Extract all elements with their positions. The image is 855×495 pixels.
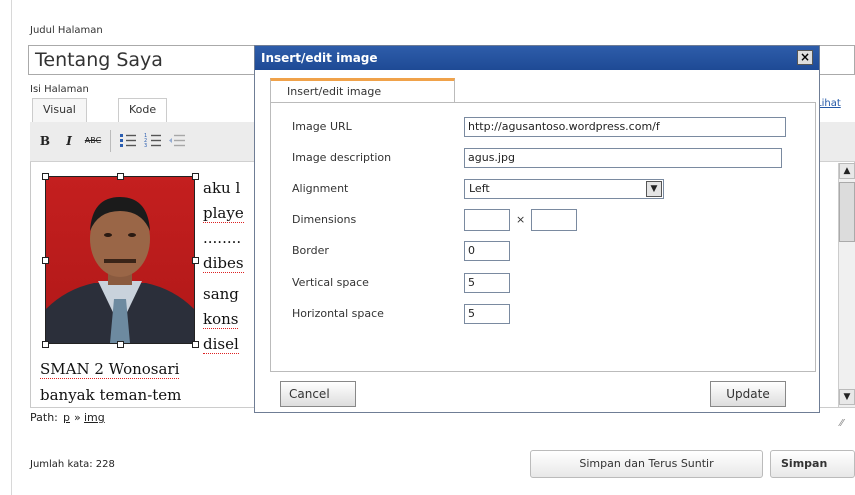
editor-line: ........ <box>203 229 242 247</box>
editor-line: sang <box>203 285 239 303</box>
bold-icon[interactable]: B <box>38 132 52 150</box>
resize-handle-b[interactable] <box>117 341 124 348</box>
resize-grip-icon[interactable]: ⁄⁄ <box>840 418 843 429</box>
align-label: Alignment <box>292 182 349 195</box>
resize-handle-br[interactable] <box>192 341 199 348</box>
border-label: Border <box>292 244 329 257</box>
editor-line: dibes <box>203 254 244 273</box>
strikethrough-icon[interactable]: ABC <box>83 132 103 150</box>
bullet-list-icon[interactable] <box>119 131 137 149</box>
image-url-input[interactable]: http://agusantoso.wordpress.com/f <box>464 117 786 137</box>
numbered-list-icon[interactable]: 123 <box>144 131 162 149</box>
svg-text:3: 3 <box>144 143 147 149</box>
path-img-link[interactable]: img <box>84 411 105 424</box>
outdent-icon[interactable] <box>168 131 186 149</box>
width-input[interactable] <box>464 209 510 231</box>
resize-handle-l[interactable] <box>42 257 49 264</box>
close-icon[interactable]: × <box>797 50 813 65</box>
resize-handle-tl[interactable] <box>42 173 49 180</box>
path-label: Path: <box>30 411 58 424</box>
dialog-tab[interactable]: Insert/edit image <box>270 78 455 103</box>
horizontal-space-input[interactable]: 5 <box>464 304 510 324</box>
resize-handle-bl[interactable] <box>42 341 49 348</box>
editor-line: playe <box>203 204 244 223</box>
scroll-up-icon[interactable]: ▲ <box>839 163 855 179</box>
save-continue-button[interactable]: Simpan dan Terus Suntir <box>530 450 763 478</box>
image-description-input[interactable]: agus.jpg <box>464 148 782 168</box>
save-button[interactable]: Simpan <box>770 450 855 478</box>
dimension-separator: × <box>516 213 526 226</box>
resize-handle-r[interactable] <box>192 257 199 264</box>
word-count: Jumlah kata: 228 <box>30 459 115 470</box>
chevron-down-icon[interactable]: ▼ <box>646 181 662 197</box>
dialog-panel <box>270 102 816 372</box>
path-separator: » <box>74 411 81 424</box>
content-label: Isi Halaman <box>30 84 89 95</box>
tab-code[interactable]: Kode <box>118 98 168 122</box>
toolbar-divider <box>110 130 111 152</box>
path-p-link[interactable]: p <box>63 411 70 424</box>
resize-handle-t[interactable] <box>117 173 124 180</box>
dialog-title: Insert/edit image <box>255 46 819 70</box>
editor-line: SMAN 2 Wonosari <box>40 360 180 379</box>
hspace-label: Horizontal space <box>292 307 384 320</box>
border-input[interactable]: 0 <box>464 241 510 261</box>
desc-label: Image description <box>292 151 392 164</box>
editor-line: kons <box>203 310 239 329</box>
alignment-select[interactable]: Left <box>464 179 664 199</box>
vertical-space-input[interactable]: 5 <box>464 273 510 293</box>
editor-line: disel <box>203 335 239 354</box>
dimensions-label: Dimensions <box>292 213 357 226</box>
height-input[interactable] <box>531 209 577 231</box>
vspace-label: Vertical space <box>292 276 369 289</box>
cancel-button[interactable]: Cancel <box>280 381 356 407</box>
alignment-value: Left <box>469 182 490 195</box>
selected-image[interactable] <box>45 176 195 344</box>
url-label: Image URL <box>292 120 352 133</box>
editor-line: aku l <box>203 179 241 197</box>
resize-handle-tr[interactable] <box>192 173 199 180</box>
editor-line: banyak teman-tem <box>40 386 182 404</box>
italic-icon[interactable]: I <box>62 132 76 150</box>
scroll-down-icon[interactable]: ▼ <box>839 389 855 405</box>
insert-image-dialog: Insert/edit image × Insert/edit image Im… <box>254 45 820 413</box>
tab-visual[interactable]: Visual <box>32 98 87 122</box>
scroll-thumb[interactable] <box>839 182 855 242</box>
title-label: Judul Halaman <box>30 25 103 36</box>
update-button[interactable]: Update <box>710 381 786 407</box>
